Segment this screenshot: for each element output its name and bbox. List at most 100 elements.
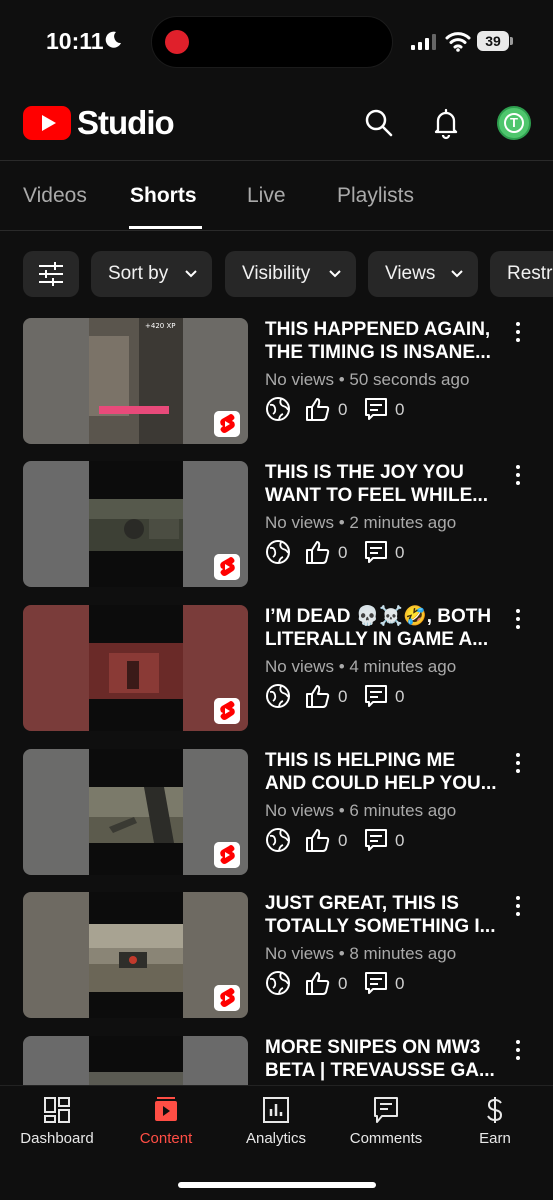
views-label: Views (385, 263, 436, 284)
chevron-down-icon (329, 270, 341, 278)
nav-analytics-label: Analytics (245, 1130, 307, 1147)
video-meta: No views • 4 minutes ago (265, 657, 457, 676)
nav-content-label: Content (139, 1130, 193, 1147)
video-thumbnail[interactable] (23, 1036, 248, 1085)
video-thumbnail[interactable] (23, 605, 248, 731)
sort-by-chip[interactable]: Sort by (91, 251, 212, 297)
search-icon[interactable] (362, 106, 396, 140)
video-stats: 0 0 (265, 396, 425, 422)
video-title[interactable]: JUST GREAT, THIS IS TOTALLY SOMETHING I.… (265, 892, 510, 938)
recording-indicator-icon (165, 30, 189, 54)
globe-public-icon (266, 828, 290, 852)
comment-icon (365, 972, 387, 994)
video-thumbnail[interactable] (23, 892, 248, 1018)
earn-icon (487, 1097, 503, 1123)
thumbs-up-icon (306, 972, 330, 995)
video-meta: No views • 50 seconds ago (265, 370, 470, 389)
video-title[interactable]: THIS HAPPENED AGAIN, THE TIMING IS INSAN… (265, 318, 510, 364)
more-options-icon[interactable] (510, 607, 526, 631)
notifications-bell-icon[interactable] (429, 106, 463, 140)
list-item[interactable]: I’M DEAD 💀☠️🤣, BOTH LITERALLY IN GAME A.… (0, 605, 553, 732)
comment-icon (365, 398, 387, 420)
list-item[interactable]: JUST GREAT, THIS IS TOTALLY SOMETHING I.… (0, 892, 553, 1019)
video-title[interactable]: I’M DEAD 💀☠️🤣, BOTH LITERALLY IN GAME A.… (265, 605, 510, 651)
thumbnail-scene (89, 924, 183, 992)
account-avatar[interactable]: T (497, 106, 531, 140)
filter-bar: Sort by Visibility Views Restr (0, 251, 553, 299)
likes-count: 0 (338, 831, 348, 850)
tabs-divider (0, 230, 553, 231)
youtube-logo-icon (23, 106, 71, 140)
sort-by-label: Sort by (108, 263, 169, 284)
video-meta: No views • 6 minutes ago (265, 801, 457, 820)
video-stats: 0 0 (265, 827, 425, 853)
battery-level: 39 (477, 31, 509, 51)
status-bar: 10:11 39 (0, 0, 553, 84)
video-stats: 0 0 (265, 970, 425, 996)
shorts-badge-icon (214, 842, 240, 868)
thumbs-up-icon (306, 685, 330, 708)
video-title[interactable]: THIS IS THE JOY YOU WANT TO FEEL WHILE..… (265, 461, 510, 507)
content-tabs: Videos Shorts Live Playlists (0, 164, 553, 230)
nav-earn[interactable]: Earn (440, 1096, 550, 1156)
video-thumbnail[interactable]: +420 XP (23, 318, 248, 444)
list-item[interactable]: +420 XP THIS HAPPENED AGAIN, THE TIMING … (0, 318, 553, 445)
restrictions-chip[interactable]: Restr (490, 251, 553, 297)
status-time: 10:11 (46, 28, 104, 54)
comments-icon (374, 1097, 398, 1123)
thumbnail-scene (89, 643, 183, 699)
thumbs-up-icon (306, 398, 330, 421)
video-thumbnail[interactable] (23, 461, 248, 587)
app-header: Studio T (0, 92, 553, 158)
chevron-down-icon (185, 270, 197, 278)
tab-shorts[interactable]: Shorts (130, 184, 197, 208)
nav-dashboard[interactable]: Dashboard (2, 1096, 112, 1156)
more-options-icon[interactable] (510, 894, 526, 918)
moon-icon (105, 31, 121, 48)
video-title[interactable]: MORE SNIPES ON MW3 BETA | TREVAUSSE GA..… (265, 1036, 510, 1082)
more-options-icon[interactable] (510, 1038, 526, 1062)
shorts-badge-icon (214, 698, 240, 724)
nav-earn-label: Earn (479, 1130, 511, 1147)
filter-sliders-icon (39, 262, 63, 286)
filter-settings-button[interactable] (23, 251, 79, 297)
views-chip[interactable]: Views (368, 251, 478, 297)
more-options-icon[interactable] (510, 320, 526, 344)
shorts-badge-icon (214, 411, 240, 437)
likes-count: 0 (338, 687, 348, 706)
thumbs-up-icon (306, 829, 330, 852)
tab-videos[interactable]: Videos (23, 184, 87, 208)
globe-public-icon (266, 971, 290, 995)
comment-icon (365, 541, 387, 563)
visibility-chip[interactable]: Visibility (225, 251, 356, 297)
more-options-icon[interactable] (510, 751, 526, 775)
thumbnail-scene (89, 787, 183, 843)
nav-content[interactable]: Content (111, 1096, 221, 1156)
home-indicator[interactable] (178, 1182, 376, 1188)
more-options-icon[interactable] (510, 463, 526, 487)
wifi-icon (445, 32, 471, 52)
likes-count: 0 (338, 400, 348, 419)
comments-count: 0 (395, 543, 405, 562)
nav-comments[interactable]: Comments (331, 1096, 441, 1156)
restrictions-label: Restr (507, 263, 553, 284)
video-stats: 0 0 (265, 683, 425, 709)
globe-public-icon (266, 684, 290, 708)
nav-analytics[interactable]: Analytics (221, 1096, 331, 1156)
active-tab-indicator (129, 226, 202, 229)
svg-text:+420 XP: +420 XP (145, 322, 175, 330)
nav-dashboard-label: Dashboard (20, 1130, 94, 1147)
globe-public-icon (266, 540, 290, 564)
list-item[interactable]: THIS IS THE JOY YOU WANT TO FEEL WHILE..… (0, 461, 553, 588)
comments-count: 0 (395, 831, 405, 850)
video-thumbnail[interactable] (23, 749, 248, 875)
list-item[interactable]: THIS IS HELPING ME AND COULD HELP YOU...… (0, 749, 553, 876)
studio-logo-text: Studio (77, 104, 175, 141)
list-item[interactable]: MORE SNIPES ON MW3 BETA | TREVAUSSE GA..… (0, 1036, 553, 1085)
comments-count: 0 (395, 400, 405, 419)
comment-icon (365, 829, 387, 851)
tab-playlists[interactable]: Playlists (337, 184, 414, 208)
tab-live[interactable]: Live (247, 184, 286, 208)
video-title[interactable]: THIS IS HELPING ME AND COULD HELP YOU... (265, 749, 510, 795)
thumbs-up-icon (306, 541, 330, 564)
